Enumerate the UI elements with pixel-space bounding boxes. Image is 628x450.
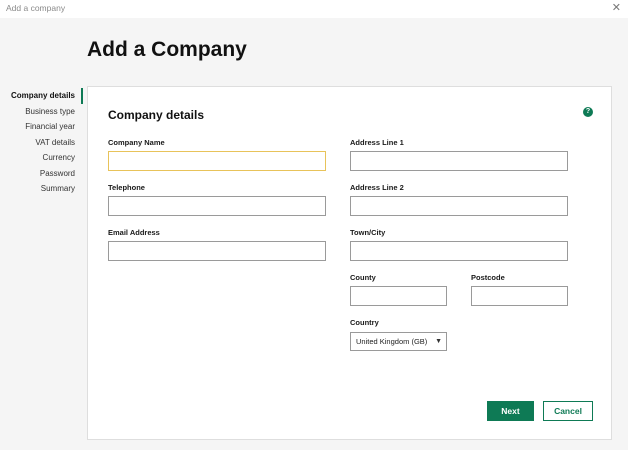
window-titlebar: Add a company ✕ — [0, 0, 628, 18]
company-name-label: Company Name — [108, 138, 165, 147]
email-input[interactable] — [108, 241, 326, 261]
help-icon[interactable]: ? — [583, 107, 593, 117]
nav-item-company-details[interactable]: Company details — [0, 88, 83, 104]
cancel-button[interactable]: Cancel — [543, 401, 593, 421]
company-name-input[interactable] — [108, 151, 326, 171]
caret-down-icon: ▼ — [435, 338, 442, 345]
telephone-input[interactable] — [108, 196, 326, 216]
email-label: Email Address — [108, 228, 160, 237]
close-icon[interactable]: ✕ — [612, 1, 621, 14]
town-city-input[interactable] — [350, 241, 568, 261]
address-line-1-label: Address Line 1 — [350, 138, 404, 147]
nav-item-business-type[interactable]: Business type — [0, 104, 83, 120]
postcode-input[interactable] — [471, 286, 568, 306]
company-details-card: Company details ? Company Name Telephone… — [87, 86, 612, 440]
wizard-steps-nav: Company details Business type Financial … — [0, 88, 83, 197]
nav-item-currency[interactable]: Currency — [0, 150, 83, 166]
country-select[interactable]: United Kingdom (GB) ▼ — [350, 332, 447, 351]
nav-item-password[interactable]: Password — [0, 166, 83, 182]
town-city-label: Town/City — [350, 228, 386, 237]
country-selected-value: United Kingdom (GB) — [356, 337, 428, 346]
page-title: Add a Company — [87, 38, 247, 61]
address-line-1-input[interactable] — [350, 151, 568, 171]
nav-item-financial-year[interactable]: Financial year — [0, 119, 83, 135]
address-line-2-label: Address Line 2 — [350, 183, 404, 192]
postcode-label: Postcode — [471, 273, 505, 282]
county-label: County — [350, 273, 376, 282]
nav-item-vat-details[interactable]: VAT details — [0, 135, 83, 151]
window-title: Add a company — [6, 3, 66, 13]
county-input[interactable] — [350, 286, 447, 306]
nav-item-summary[interactable]: Summary — [0, 181, 83, 197]
next-button[interactable]: Next — [487, 401, 534, 421]
section-title: Company details — [108, 108, 205, 122]
telephone-label: Telephone — [108, 183, 145, 192]
address-line-2-input[interactable] — [350, 196, 568, 216]
country-label: Country — [350, 318, 379, 327]
